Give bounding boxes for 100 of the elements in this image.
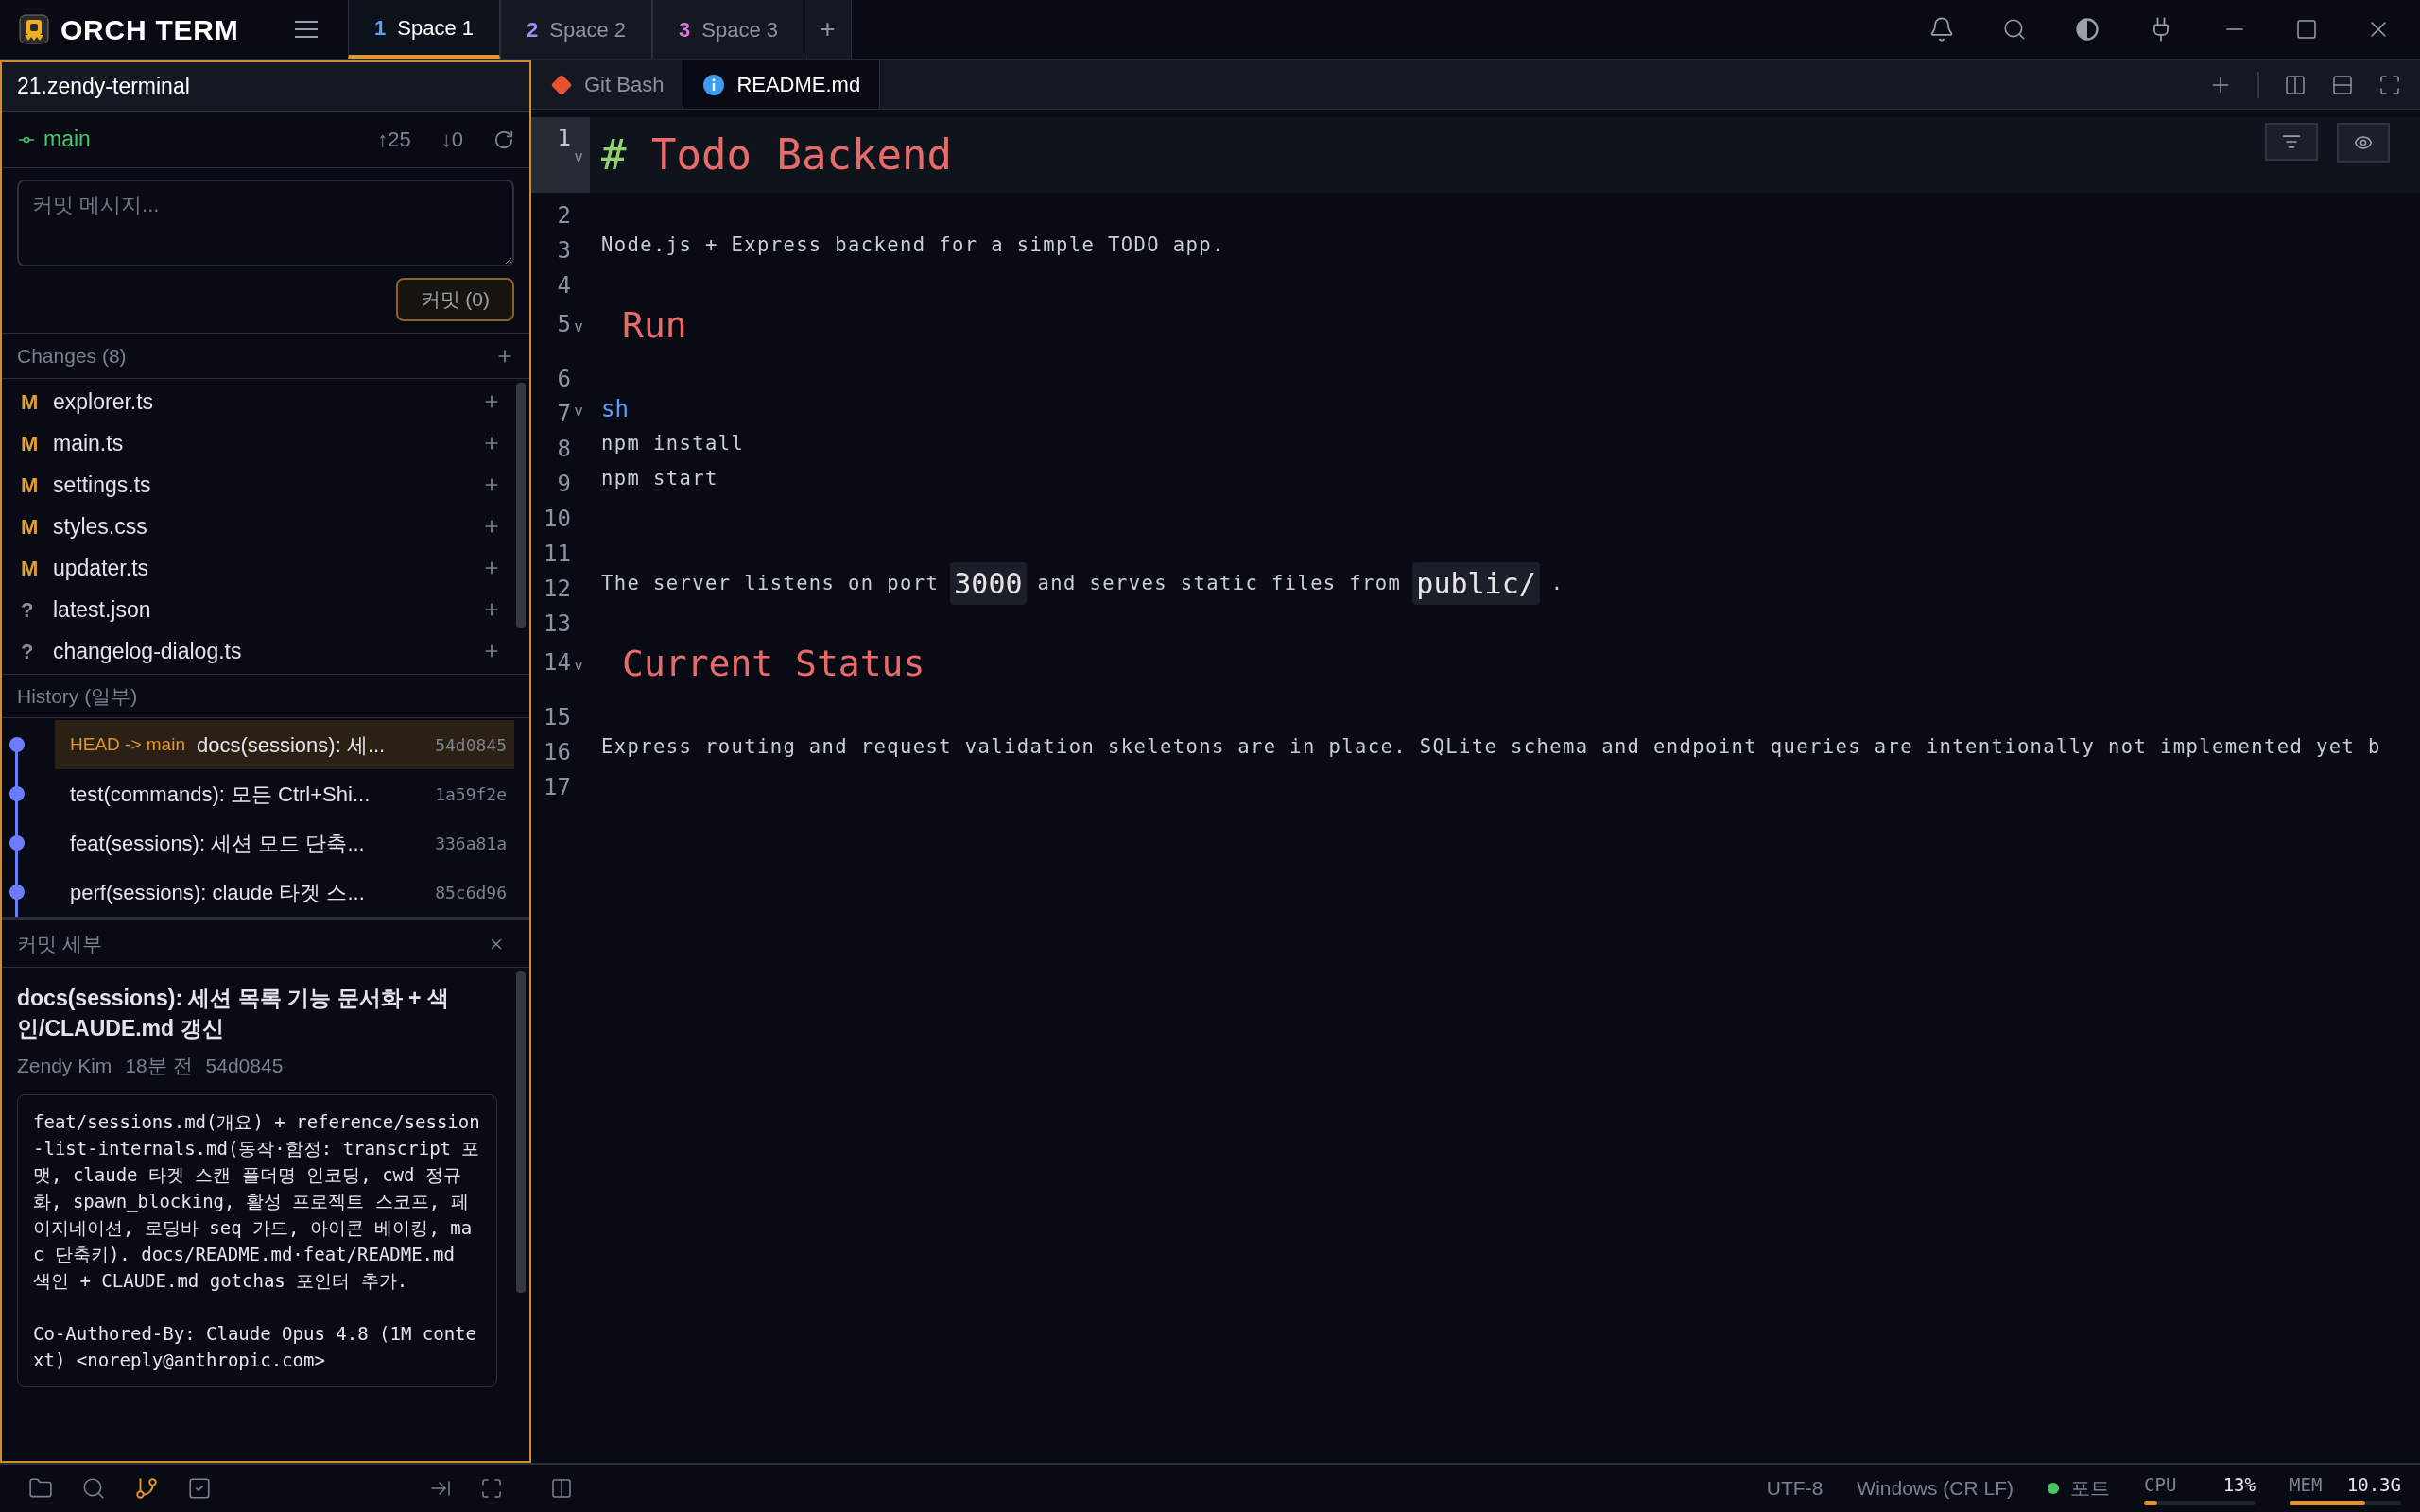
checkbox-icon[interactable] xyxy=(187,1476,212,1501)
heading: # Todo Backend xyxy=(601,129,952,180)
space-tab[interactable]: 2 Space 2 xyxy=(500,0,652,59)
text-line: Express routing and request validation skeletons are in place. SQLite schema and endpoint queries are intentionally not implemented yet b xyxy=(601,734,2381,761)
commit-message: feat(sessions): 세션 모드 단축... xyxy=(70,830,366,857)
filter-icon xyxy=(2282,132,2301,151)
outline-button[interactable] xyxy=(2265,123,2318,161)
fold-caret[interactable]: v xyxy=(574,399,583,422)
commit-row[interactable]: HEAD -> main docs(sessions): 세... 54d0845 xyxy=(55,720,514,769)
line-number: 17 xyxy=(544,773,571,802)
search-icon[interactable] xyxy=(81,1476,106,1501)
commit-author: Zendy Kim xyxy=(17,1054,112,1078)
meter-value: 13% xyxy=(2222,1473,2256,1498)
commit-message: docs(sessions): 세... xyxy=(196,731,387,759)
commit-hash: 85c6d96 xyxy=(435,881,507,904)
commit-subject: docs(sessions): 세션 목록 기능 문서화 + 색인/CLAUDE.md 갱신 xyxy=(17,985,450,1042)
commit-row[interactable]: test(commands): 모든 Ctrl+Shi... 1a59f2e xyxy=(55,769,514,818)
commit-hash: 54d0845 xyxy=(435,733,507,757)
fold-caret[interactable]: v xyxy=(574,316,583,338)
menu-button[interactable] xyxy=(293,19,320,40)
text-line: Node.js + Express backend for a simple TODO app. xyxy=(601,232,1225,259)
line-number: 15 xyxy=(544,703,571,732)
section-title: Changes (8) xyxy=(17,343,127,369)
section-title: 커밋 세부 xyxy=(17,931,102,956)
file-status: M xyxy=(21,513,40,541)
scrollbar[interactable] xyxy=(516,383,526,628)
line-number: 13 xyxy=(544,610,571,639)
file-name[interactable]: styles.css xyxy=(53,509,147,543)
file-name[interactable]: settings.ts xyxy=(53,468,151,502)
file-status: M xyxy=(21,472,40,499)
sidebar-toggle-icon[interactable] xyxy=(550,1477,573,1500)
refresh-icon[interactable] xyxy=(493,129,514,150)
heading: Run xyxy=(621,303,687,348)
heading: Current Status xyxy=(621,642,925,686)
file-name[interactable]: explorer.ts xyxy=(53,385,154,419)
fold-caret[interactable]: v xyxy=(574,654,583,677)
line-number: 8 xyxy=(557,435,571,464)
space-tab[interactable]: 3 Space 3 xyxy=(652,0,804,59)
line-number: 10 xyxy=(544,505,571,534)
file-name[interactable]: updater.ts xyxy=(53,551,149,585)
file-name[interactable]: changelog-dialog.ts xyxy=(53,634,242,668)
contrast-icon[interactable] xyxy=(2074,16,2100,43)
line-number: 16 xyxy=(544,738,571,767)
space-tab[interactable]: 1 Space 1 xyxy=(348,0,500,59)
fullscreen-icon[interactable] xyxy=(2378,73,2401,96)
notifications-icon[interactable] xyxy=(1928,16,1955,43)
text-line: npm start xyxy=(601,466,718,492)
line-number: 14 xyxy=(544,648,571,678)
ports[interactable]: 포트 xyxy=(2070,1473,2110,1503)
project-name: 21.zendy-terminal xyxy=(17,73,190,101)
editor-tab[interactable]: README.md xyxy=(683,60,881,109)
line-number: 1 xyxy=(557,124,571,153)
file-name[interactable]: latest.json xyxy=(53,593,151,627)
line-number: 7 xyxy=(557,400,571,429)
inline-code: 3000 xyxy=(950,562,1027,605)
commit-row[interactable]: feat(sessions): 세션 모드 단축... 336a81a xyxy=(55,818,514,868)
logo-icon xyxy=(19,14,49,44)
app-title: ORCH TERM xyxy=(60,12,239,47)
commit-hash: 336a81a xyxy=(435,832,507,855)
code-language: sh xyxy=(601,394,629,424)
line-number: 9 xyxy=(557,470,571,499)
meter-label: CPU xyxy=(2144,1473,2177,1498)
commit-hash: 54d0845 xyxy=(205,1054,284,1078)
line-number: 5 xyxy=(557,310,571,339)
file-name[interactable]: main.ts xyxy=(53,426,124,460)
line-number: 4 xyxy=(557,271,571,301)
section-title: History (일부) xyxy=(17,683,138,709)
fold-caret[interactable]: v xyxy=(574,146,583,168)
preview-button[interactable] xyxy=(2337,123,2390,163)
encoding[interactable]: UTF-8 xyxy=(1766,1473,1824,1503)
file-status: ? xyxy=(21,596,35,624)
maximize-icon[interactable] xyxy=(2295,18,2318,41)
split-horizontal-icon[interactable] xyxy=(2331,73,2354,96)
inline-code: public/ xyxy=(1412,562,1540,605)
text-line: and serves static files from xyxy=(1037,571,1402,597)
split-vertical-icon[interactable] xyxy=(2284,73,2307,96)
file-status: M xyxy=(21,555,40,582)
commit-button[interactable]: 커밋 (0) xyxy=(395,278,514,321)
git-icon[interactable] xyxy=(134,1476,159,1501)
text-line: The server listens on port xyxy=(601,571,940,597)
commit-message: perf(sessions): claude 타겟 스... xyxy=(70,879,366,906)
meter-label: MEM xyxy=(2290,1473,2323,1498)
file-status: M xyxy=(21,388,40,416)
line-number: 11 xyxy=(544,540,571,569)
line-ending[interactable]: Windows (CR LF) xyxy=(1857,1473,2014,1503)
line-number: 2 xyxy=(557,201,571,231)
add-space-button[interactable]: + xyxy=(804,0,852,59)
commit-message-field[interactable]: 커밋 메시지... xyxy=(17,180,514,266)
line-number: 3 xyxy=(557,236,571,266)
commit-time: 18분 전 xyxy=(125,1054,193,1078)
line-number: 6 xyxy=(557,365,571,394)
text-line: . xyxy=(1550,571,1564,597)
ahead-count: ↑25 xyxy=(377,127,411,153)
scrollbar[interactable] xyxy=(516,971,526,1293)
commit-row[interactable]: perf(sessions): claude 타겟 스... 85c6d96 xyxy=(55,868,514,917)
line-number: 12 xyxy=(544,575,571,604)
menu-icon xyxy=(293,19,320,40)
eye-icon xyxy=(2354,133,2373,152)
fullscreen-icon[interactable] xyxy=(480,1477,503,1500)
search-icon[interactable] xyxy=(2002,17,2027,42)
